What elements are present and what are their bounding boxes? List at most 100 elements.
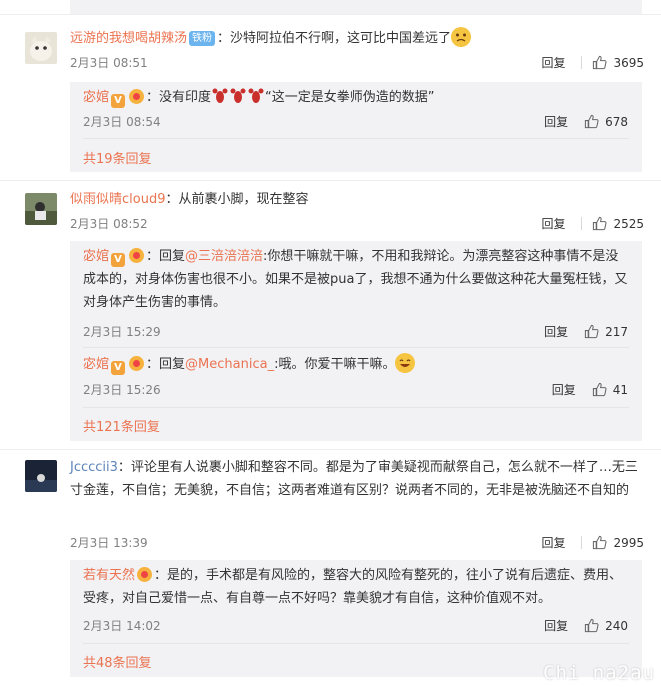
like-count: 41 — [612, 382, 628, 397]
member-badge-icon — [129, 356, 145, 371]
sub-reply-date: 2月3日 15:29 — [83, 325, 161, 339]
comment-actions: 回复 2995 — [541, 534, 644, 551]
comment-text: 远游的我想喝胡辣汤 铁粉 ：沙特阿拉伯不行啊，这可比中国差远了 — [70, 27, 640, 50]
sub-replies-box: 宓婠 V ：回复@三涪涪涪涪:你想干嘛就干嘛，不用和我辩论。为漂亮整容这种事情不是没… — [70, 241, 642, 441]
previous-reply-box-fragment — [70, 0, 642, 14]
divider — [0, 449, 661, 450]
sub-replies-box: 若有天然 ：是的，手术都是有风险的，整容大的风险有整死的，往小了说有后遗症、费用、… — [70, 560, 642, 677]
reply-button[interactable]: 回复 — [552, 381, 576, 398]
divider — [0, 14, 661, 15]
like-count: 217 — [605, 324, 628, 339]
comment-actions: 回复 2525 — [541, 215, 644, 232]
like-button[interactable]: 2995 — [592, 535, 644, 550]
more-replies-link[interactable]: 共48条回复 — [83, 652, 152, 671]
thumbs-up-icon — [584, 324, 599, 339]
like-count: 3695 — [613, 55, 644, 70]
mention-link[interactable]: @Mechanica_ — [185, 357, 274, 372]
avatar[interactable] — [25, 193, 57, 225]
crayfish-emoji-icon — [212, 88, 228, 103]
sub-reply-text: 若有天然 ：是的，手术都是有风险的，整容大的风险有整死的，往小了说有后遗症、费用、… — [83, 564, 631, 610]
like-count: 678 — [605, 114, 628, 129]
comment-username[interactable]: Jccccii3 — [70, 460, 118, 475]
sub-reply-username[interactable]: 若有天然 — [83, 568, 135, 583]
like-button[interactable]: 678 — [584, 114, 628, 129]
crayfish-emoji-icon — [248, 88, 264, 103]
sub-reply-actions: 回复 240 — [544, 617, 628, 634]
avatar[interactable] — [25, 460, 57, 492]
comment-actions: 回复 3695 — [541, 54, 644, 71]
like-button[interactable]: 240 — [584, 618, 628, 633]
sub-reply-username[interactable]: 宓婠 — [83, 249, 109, 264]
sub-reply-actions: 回复 217 — [544, 323, 628, 340]
divider — [83, 407, 629, 408]
comment-body: ：从前裹小脚，现在整容 — [165, 192, 309, 207]
comment-body: ：沙特阿拉伯不行啊，这可比中国差远了 — [217, 31, 452, 46]
comment-username[interactable]: 似雨似晴cloud9 — [70, 192, 165, 207]
comment-body: ：评论里有人说裹小脚和整容不同。都是为了审美疑视而献祭自己，怎么就不一样了…无三… — [70, 460, 638, 498]
sub-reply-body: ：没有印度 — [146, 90, 212, 105]
sub-reply-actions: 回复 678 — [544, 113, 628, 130]
comment-text: Jccccii3：评论里有人说裹小脚和整容不同。都是为了审美疑视而献祭自己，怎么… — [70, 456, 640, 502]
sub-reply-date: 2月3日 08:54 — [83, 115, 161, 129]
more-replies-link[interactable]: 共19条回复 — [83, 148, 152, 167]
crayfish-emoji-icon — [230, 88, 246, 103]
verified-v-icon: V — [111, 361, 126, 375]
thumbs-up-icon — [593, 216, 607, 231]
sub-reply-text: 宓婠 V ：没有印度 “这一定是女拳师伪造的数据” — [83, 86, 631, 109]
sub-reply-date: 2月3日 14:02 — [83, 619, 161, 633]
member-badge-icon — [129, 248, 145, 263]
reply-button[interactable]: 回复 — [544, 323, 568, 340]
action-separator — [581, 536, 583, 549]
laughing-emoji-icon — [395, 353, 416, 373]
sub-reply-username[interactable]: 宓婠 — [83, 90, 109, 105]
divider — [83, 138, 629, 139]
comment-date: 2月3日 08:51 — [70, 56, 148, 70]
sub-reply-actions: 回复 41 — [552, 381, 628, 398]
thumbs-up-icon — [593, 535, 607, 550]
thumbs-up-icon — [593, 55, 607, 70]
sub-reply-body: ：是的，手术都是有风险的，整容大的风险有整死的，往小了说有后遗症、费用、受疼，对… — [83, 568, 623, 606]
comment-text: 似雨似晴cloud9：从前裹小脚，现在整容 — [70, 188, 640, 211]
sub-reply-text: 宓婠 V ：回复@Mechanica_:哦。你爱干嘛干嘛。 — [83, 353, 631, 376]
more-replies-link[interactable]: 共121条回复 — [83, 416, 160, 435]
comment-username[interactable]: 远游的我想喝胡辣汤 — [70, 31, 187, 46]
avatar[interactable] — [25, 32, 57, 64]
comment-date: 2月3日 08:52 — [70, 217, 148, 231]
sub-reply-username[interactable]: 宓婠 — [83, 357, 109, 372]
fan-badge: 铁粉 — [189, 31, 216, 46]
member-badge-icon — [137, 567, 153, 582]
sad-emoji-icon — [451, 27, 472, 47]
thumbs-up-icon — [584, 618, 599, 633]
verified-v-icon: V — [111, 253, 126, 267]
watermark: Chi na2au — [543, 662, 655, 684]
mention-link[interactable]: @三涪涪涪涪 — [185, 249, 263, 264]
divider — [83, 347, 629, 348]
action-separator — [581, 56, 583, 69]
reply-button[interactable]: 回复 — [544, 617, 568, 634]
like-button[interactable]: 3695 — [592, 55, 644, 70]
member-badge-icon — [129, 89, 145, 104]
sub-replies-box: 宓婠 V ：没有印度 “这一定是女拳师伪造的数据” 2月3日 08:54 回复 678… — [70, 82, 642, 172]
like-button[interactable]: 2525 — [592, 216, 644, 231]
sub-reply-body: :哦。你爱干嘛干嘛。 — [274, 357, 396, 372]
like-count: 2525 — [613, 216, 644, 231]
divider — [83, 643, 629, 644]
sub-reply-quote: “这一定是女拳师伪造的数据” — [265, 90, 435, 105]
reply-button[interactable]: 回复 — [541, 534, 565, 551]
like-count: 240 — [605, 618, 628, 633]
reply-word: ：回复 — [146, 249, 186, 264]
sub-reply-text: 宓婠 V ：回复@三涪涪涪涪:你想干嘛就干嘛，不用和我辩论。为漂亮整容这种事情不是没… — [83, 245, 631, 314]
comment-date: 2月3日 13:39 — [70, 536, 148, 550]
thumbs-up-icon — [584, 114, 599, 129]
like-count: 2995 — [613, 535, 644, 550]
reply-button[interactable]: 回复 — [544, 113, 568, 130]
verified-v-icon: V — [111, 94, 126, 108]
thumbs-up-icon — [592, 382, 607, 397]
reply-button[interactable]: 回复 — [541, 54, 565, 71]
divider — [0, 180, 661, 181]
reply-word: ：回复 — [146, 357, 186, 372]
reply-button[interactable]: 回复 — [541, 215, 565, 232]
sub-reply-date: 2月3日 15:26 — [83, 383, 161, 397]
like-button[interactable]: 217 — [584, 324, 628, 339]
like-button[interactable]: 41 — [592, 382, 628, 397]
